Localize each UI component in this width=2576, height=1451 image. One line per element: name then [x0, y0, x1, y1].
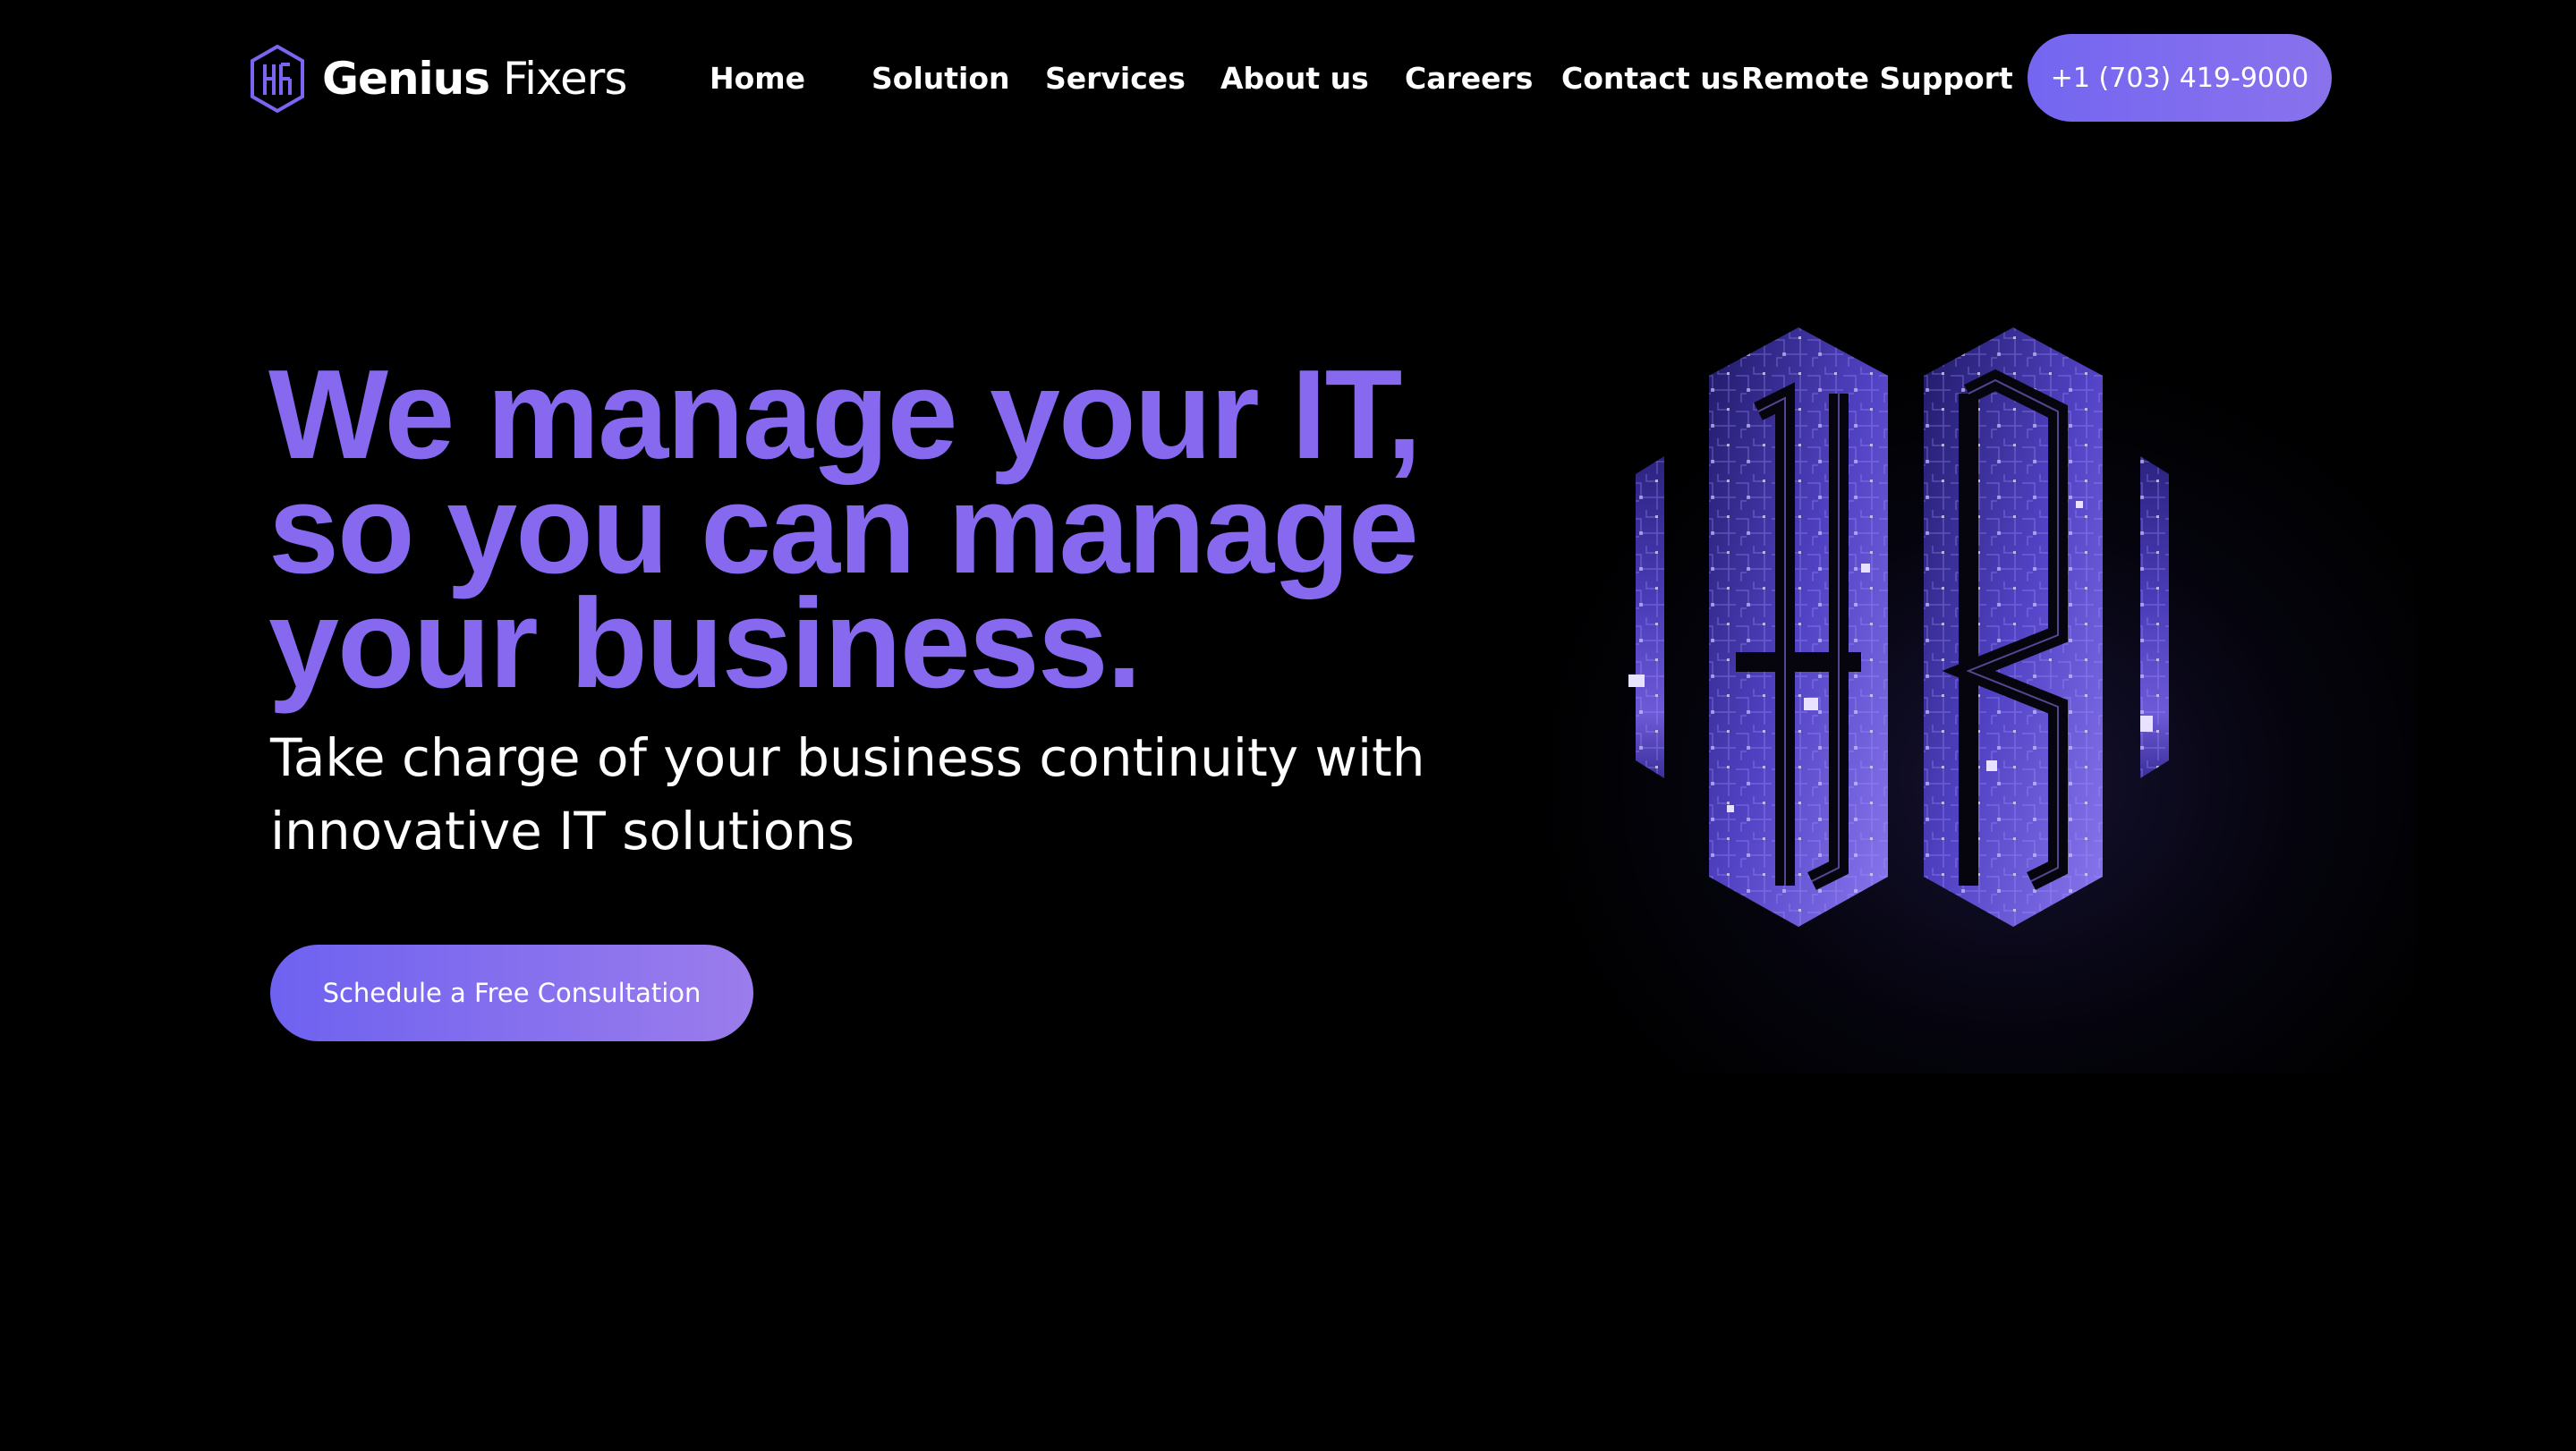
nav-item-contact-us[interactable]: Contact us [1561, 57, 1739, 100]
nav-item-home[interactable]: Home [710, 57, 805, 100]
schedule-consultation-button[interactable]: Schedule a Free Consultation [270, 945, 753, 1041]
brand-logo[interactable]: Genius Fixers [249, 45, 627, 113]
navbar: Genius Fixers Home Solution Services Abo… [0, 0, 2576, 157]
hero-title-line: so you can manage [268, 458, 1419, 600]
hero-subtitle-line: innovative IT solutions [270, 801, 855, 861]
hero-title: We manage your IT, so you can manage you… [268, 344, 1432, 715]
page: Genius Fixers Home Solution Services Abo… [0, 0, 2576, 1451]
gf-monogram-icon [251, 45, 304, 113]
phone-button[interactable]: +1 (703) 419-9000 [2028, 34, 2332, 122]
nav-item-careers[interactable]: Careers [1405, 57, 1533, 100]
nav-item-about-us[interactable]: About us [1220, 57, 1369, 100]
nav-item-services[interactable]: Services [1045, 57, 1186, 100]
nav-item-solution[interactable]: Solution [871, 57, 1010, 100]
nav-item-remote-support[interactable]: Remote Support [1741, 57, 2013, 100]
brand-name: Genius Fixers [322, 53, 627, 105]
brand-name-light: Fixers [502, 53, 627, 105]
hero-subtitle-line: Take charge of your business continuity … [270, 727, 1425, 788]
hero-subtitle: Take charge of your business continuity … [270, 721, 1478, 868]
hero-title-line: your business. [268, 573, 1142, 715]
brand-name-bold: Genius [322, 53, 490, 105]
hero-title-line: We manage your IT, [268, 344, 1422, 486]
circuit-monogram-emblem [1628, 327, 2169, 927]
